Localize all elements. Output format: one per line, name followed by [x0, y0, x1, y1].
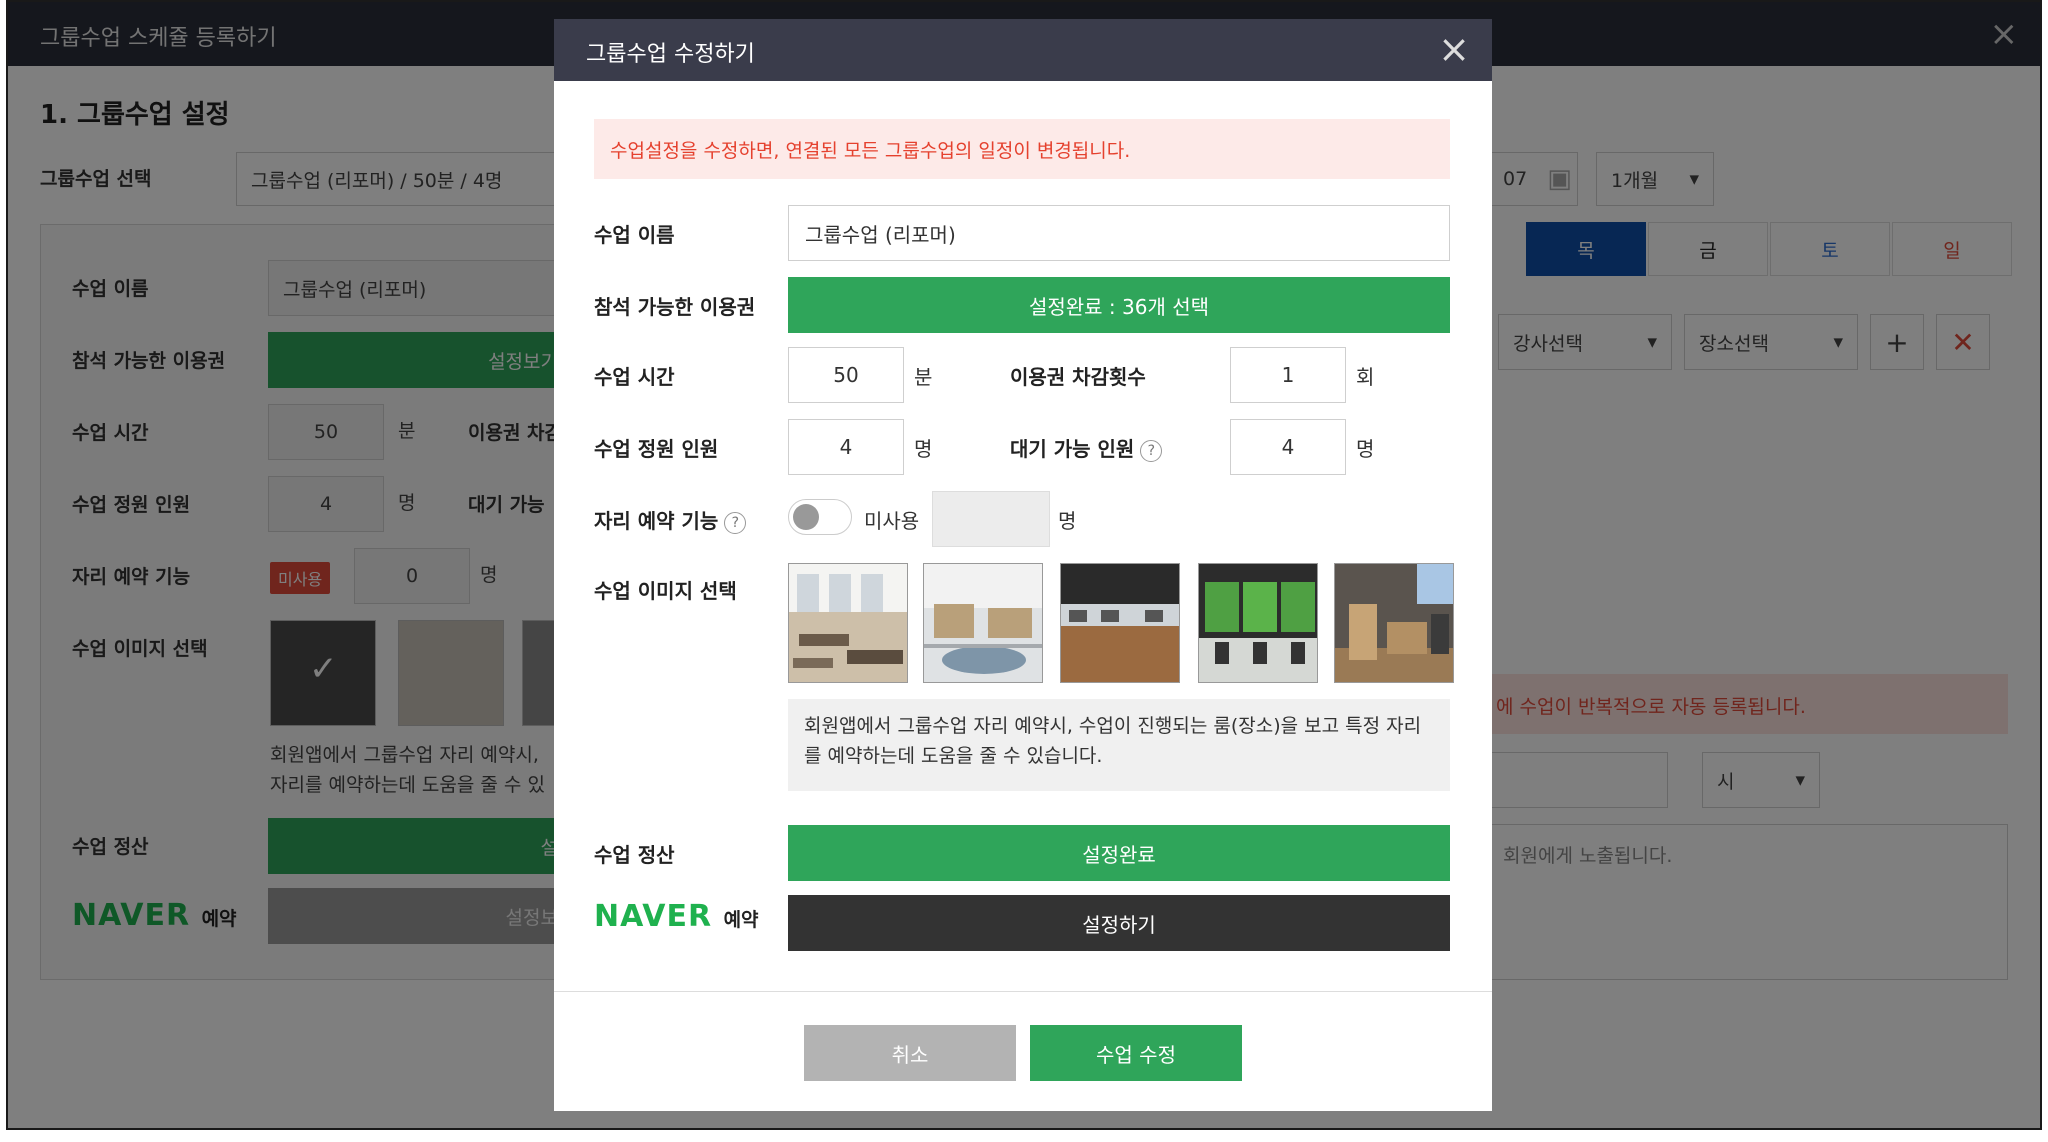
- naver-logo-sub: 예약: [723, 909, 759, 931]
- ticket-deduct-unit: 회: [1356, 365, 1375, 389]
- edit-group-class-modal: 그룹수업 수정하기 × 수업설정을 수정하면, 연결된 모든 그룹수업의 일정이…: [554, 19, 1492, 1111]
- naver-logo-text: NAVER: [594, 899, 713, 934]
- gym-hall-image: [1061, 564, 1179, 682]
- submit-edit-button[interactable]: 수업 수정: [1030, 1025, 1242, 1081]
- capacity-input[interactable]: 4: [788, 419, 904, 475]
- capacity-label: 수업 정원 인원: [594, 437, 719, 461]
- class-image-label: 수업 이미지 선택: [594, 579, 737, 603]
- seat-reservation-label: 자리 예약 기능?: [594, 505, 747, 534]
- seat-count-unit: 명: [1058, 509, 1077, 533]
- modal-warning-notice: 수업설정을 수정하면, 연결된 모든 그룹수업의 일정이 변경됩니다.: [594, 119, 1450, 179]
- seat-count-input[interactable]: [932, 491, 1050, 547]
- modal-title: 그룹수업 수정하기: [586, 42, 755, 67]
- modal-header: 그룹수업 수정하기 ×: [554, 19, 1492, 81]
- naver-reservation-logo: NAVER 예약: [594, 899, 759, 934]
- naver-settings-button[interactable]: 설정하기: [788, 895, 1450, 951]
- golf-simulator-image: [1199, 564, 1317, 682]
- pilates-reformer-image: [924, 564, 1042, 682]
- class-image-thumbnail-5[interactable]: [1334, 563, 1454, 683]
- ticket-deduct-label: 이용권 차감횟수: [1010, 365, 1146, 389]
- class-image-description: 회원앱에서 그룹수업 자리 예약시, 수업이 진행되는 룸(장소)을 보고 특정…: [788, 699, 1450, 791]
- class-time-label: 수업 시간: [594, 365, 675, 389]
- help-icon[interactable]: ?: [1140, 439, 1163, 462]
- waiting-label: 대기 가능 인원?: [1010, 433, 1163, 462]
- cancel-button[interactable]: 취소: [804, 1025, 1016, 1081]
- seat-reservation-toggle[interactable]: [788, 499, 852, 535]
- settlement-label: 수업 정산: [594, 843, 675, 867]
- class-time-unit: 분: [914, 365, 933, 389]
- pilates-chair-image: [1335, 564, 1453, 682]
- class-name-label: 수업 이름: [594, 223, 675, 247]
- class-name-input[interactable]: 그룹수업 (리포머): [788, 205, 1450, 261]
- class-image-thumbnail-2[interactable]: [923, 563, 1043, 683]
- modal-footer-divider: [554, 991, 1492, 992]
- ticket-deduct-input[interactable]: 1: [1230, 347, 1346, 403]
- ticket-label: 참석 가능한 이용권: [594, 295, 756, 319]
- class-time-input[interactable]: 50: [788, 347, 904, 403]
- class-image-thumbnail-3[interactable]: [1060, 563, 1180, 683]
- help-icon[interactable]: ?: [724, 511, 747, 534]
- waiting-unit: 명: [1356, 437, 1375, 461]
- toggle-knob: [793, 504, 819, 530]
- class-image-thumbnail-1[interactable]: [788, 563, 908, 683]
- class-image-thumbnails: [788, 563, 1454, 683]
- waiting-input[interactable]: 4: [1230, 419, 1346, 475]
- seat-reservation-status: 미사용: [864, 509, 920, 533]
- close-icon[interactable]: ×: [1438, 27, 1470, 71]
- seat-reservation-label-text: 자리 예약 기능: [594, 509, 719, 533]
- pilates-studio-image: [789, 564, 907, 682]
- class-image-thumbnail-4[interactable]: [1198, 563, 1318, 683]
- ticket-settings-button[interactable]: 설정완료 : 36개 선택: [788, 277, 1450, 333]
- capacity-unit: 명: [914, 437, 933, 461]
- waiting-label-text: 대기 가능 인원: [1010, 437, 1135, 461]
- settlement-button[interactable]: 설정완료: [788, 825, 1450, 881]
